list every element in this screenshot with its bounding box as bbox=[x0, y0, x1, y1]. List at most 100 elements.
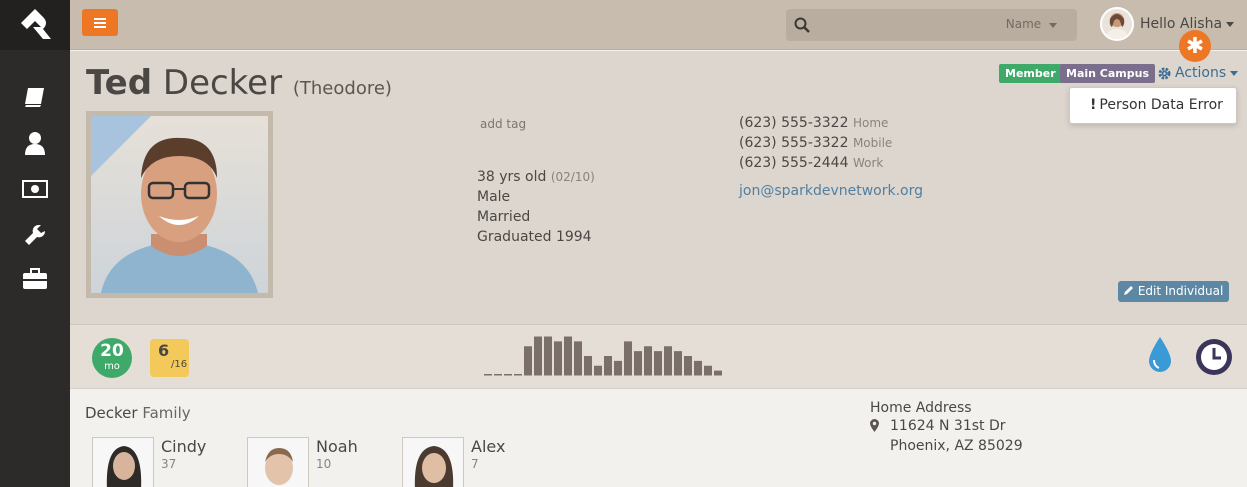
address-line2: Phoenix, AZ 85029 bbox=[890, 438, 1023, 454]
phone-type: Home bbox=[852, 116, 889, 130]
attendance-bar bbox=[574, 341, 582, 376]
attendance-bar-empty bbox=[494, 374, 502, 376]
family-member[interactable]: Alex 7 bbox=[402, 437, 505, 487]
edit-individual-label: Edit Individual bbox=[1137, 284, 1224, 298]
person-header: Ted Decker (Theodore) add tag 38 yrs old… bbox=[70, 30, 1247, 325]
asterisk-icon[interactable]: ✱ bbox=[1179, 30, 1211, 62]
attendance-bar bbox=[604, 356, 612, 376]
attendance-bar bbox=[714, 370, 722, 376]
search-input[interactable]: Name bbox=[786, 9, 1077, 41]
family-member-photo bbox=[247, 437, 309, 487]
person-name: Ted Decker (Theodore) bbox=[86, 63, 392, 103]
phone-row: (623) 555-2444 Work bbox=[739, 153, 892, 173]
menu-item-person-data-error[interactable]: ! Person Data Error bbox=[1090, 97, 1223, 113]
family-member-name: Alex bbox=[471, 437, 506, 456]
money-icon[interactable] bbox=[20, 176, 50, 202]
gender: Male bbox=[477, 189, 511, 205]
search-filter-dropdown[interactable]: Name bbox=[1006, 17, 1057, 31]
family-member[interactable]: Noah 10 bbox=[247, 437, 358, 487]
attendance-badge[interactable]: 6 /16 bbox=[150, 339, 189, 377]
attendance-value: 6 bbox=[158, 341, 170, 360]
sidebar bbox=[0, 0, 70, 487]
address: 11624 N 31st Dr Phoenix, AZ 85029 bbox=[890, 416, 1023, 456]
top-bar: Name Hello Alisha bbox=[70, 0, 1247, 50]
user-menu[interactable]: Hello Alisha bbox=[1100, 6, 1235, 42]
attendance-bar-empty bbox=[504, 374, 512, 376]
attendance-bar bbox=[544, 336, 552, 376]
user-greeting: Hello Alisha bbox=[1140, 16, 1223, 32]
chevron-down-icon bbox=[1049, 23, 1057, 28]
attendance-bar bbox=[634, 351, 642, 376]
marital-status: Married bbox=[477, 209, 531, 225]
attendance-bar-empty bbox=[484, 374, 492, 376]
nickname: (Theodore) bbox=[292, 78, 392, 99]
tenure-badge[interactable]: 20 mo bbox=[92, 338, 132, 378]
baptism-drop-icon[interactable] bbox=[1146, 336, 1174, 374]
tenure-value: 20 bbox=[100, 341, 124, 361]
phone-number: (623) 555-3322 bbox=[739, 115, 849, 131]
family-member-name: Cindy bbox=[161, 437, 207, 456]
family-member-age: 10 bbox=[316, 457, 332, 471]
attendance-bar bbox=[584, 356, 592, 376]
family-member[interactable]: Cindy 37 bbox=[92, 437, 206, 487]
attendance-bar bbox=[564, 336, 572, 376]
book-icon[interactable] bbox=[20, 84, 50, 110]
attendance-total: /16 bbox=[171, 359, 188, 370]
family-member-photo bbox=[402, 437, 464, 487]
last-name: Decker bbox=[162, 63, 283, 103]
attendance-bar bbox=[554, 341, 562, 376]
family-name: Decker bbox=[85, 404, 138, 422]
age: 38 yrs old bbox=[477, 169, 547, 185]
attendance-bar bbox=[654, 351, 662, 376]
rock-logo-icon[interactable] bbox=[0, 0, 70, 50]
pencil-icon bbox=[1124, 286, 1133, 295]
person-icon[interactable] bbox=[20, 130, 50, 156]
person-photo[interactable] bbox=[86, 111, 273, 298]
edit-individual-button[interactable]: Edit Individual bbox=[1118, 281, 1230, 302]
chevron-down-icon bbox=[1230, 70, 1239, 76]
attendance-bar bbox=[614, 360, 622, 376]
attendance-bar bbox=[534, 336, 542, 376]
search-filter-label: Name bbox=[1005, 17, 1042, 31]
wrench-icon[interactable] bbox=[20, 222, 50, 248]
phone-type: Mobile bbox=[852, 136, 893, 150]
actions-menu: ! Person Data Error bbox=[1069, 87, 1237, 124]
address-title: Home Address bbox=[870, 400, 972, 416]
family-member-name: Noah bbox=[316, 437, 358, 456]
attendance-bar bbox=[524, 346, 532, 376]
email-link[interactable]: jon@sparkdevnetwork.org bbox=[739, 183, 923, 199]
address-line1: 11624 N 31st Dr bbox=[890, 418, 1006, 434]
attendance-bar bbox=[694, 360, 702, 376]
chevron-down-icon bbox=[1226, 21, 1235, 27]
actions-dropdown[interactable]: Actions bbox=[1158, 65, 1239, 81]
phone-number: (623) 555-3322 bbox=[739, 135, 849, 151]
demographics: 38 yrs old (02/10) Male Married Graduate… bbox=[477, 167, 595, 247]
menu-toggle-button[interactable] bbox=[82, 9, 118, 36]
map-marker-icon bbox=[870, 419, 879, 432]
family-member-photo bbox=[92, 437, 154, 487]
hamburger-icon bbox=[94, 17, 106, 28]
family-title[interactable]: Decker Family bbox=[85, 404, 191, 422]
person-photo-image bbox=[101, 137, 258, 293]
first-name: Ted bbox=[86, 63, 153, 103]
attendance-bar bbox=[644, 346, 652, 376]
actions-label: Actions bbox=[1175, 65, 1227, 81]
avatar bbox=[1100, 7, 1134, 41]
phone-row: (623) 555-3322 Mobile bbox=[739, 133, 892, 153]
attendance-bar bbox=[704, 365, 712, 376]
phone-type: Work bbox=[852, 156, 884, 170]
attendance-bar bbox=[624, 341, 632, 376]
search-icon bbox=[794, 17, 810, 33]
add-tag-link[interactable]: add tag bbox=[480, 117, 526, 131]
graduation: Graduated 1994 bbox=[477, 229, 592, 245]
campus-badge: Main Campus bbox=[1060, 64, 1156, 83]
phone-list: (623) 555-3322 Home (623) 555-3322 Mobil… bbox=[739, 113, 892, 173]
family-label: Family bbox=[142, 404, 191, 422]
gear-icon bbox=[1158, 67, 1171, 79]
clock-icon[interactable] bbox=[1194, 337, 1234, 377]
briefcase-icon[interactable] bbox=[20, 266, 50, 292]
attendance-bar bbox=[674, 351, 682, 376]
exclamation-icon: ! bbox=[1090, 97, 1097, 113]
stats-strip: 20 mo 6 /16 bbox=[70, 325, 1247, 389]
family-member-age: 37 bbox=[161, 457, 177, 471]
